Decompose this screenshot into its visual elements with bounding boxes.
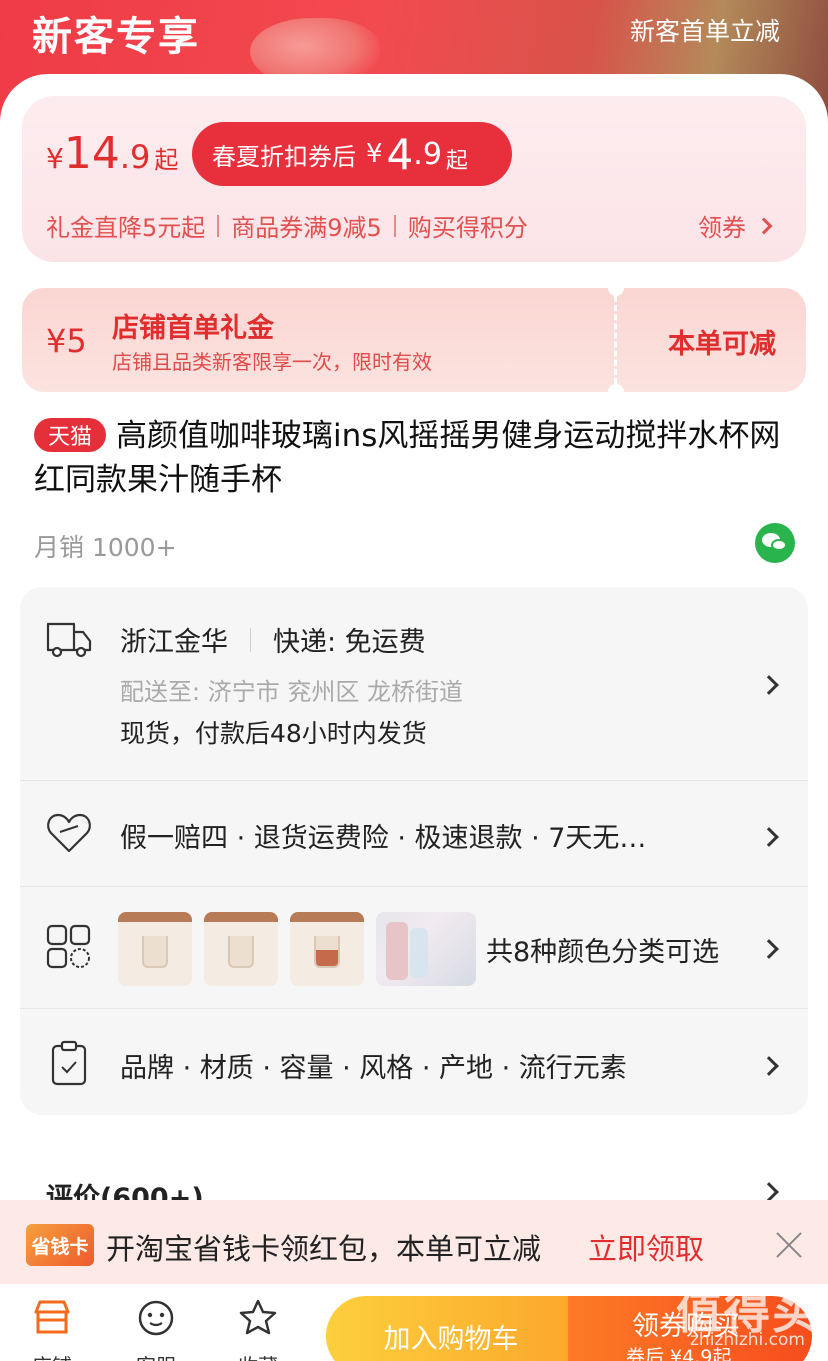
price: ¥14.9 起 (46, 128, 178, 179)
store-coupon-title: 店铺首单礼金 (112, 313, 274, 344)
chevron-right-icon[interactable] (759, 827, 779, 848)
variant-thumbnail[interactable] (118, 912, 192, 986)
variants-count[interactable]: 共8种颜色分类可选 (486, 930, 719, 969)
divider (20, 886, 808, 887)
truck-icon (46, 618, 92, 664)
heart-icon (46, 812, 92, 858)
benefit-item: 购买得积分 (407, 214, 528, 242)
divider (250, 627, 251, 652)
divider (393, 214, 396, 237)
get-coupon-label: 领券 (698, 214, 746, 242)
store-icon (34, 1300, 70, 1334)
price-suffix: 起 (154, 146, 179, 174)
shipping-origin: 浙江金华 快递: 免运费 (120, 620, 426, 659)
monthly-sales: 月销 1000+ (34, 533, 177, 562)
product-title: 高颜值咖啡玻璃ins风摇摇男健身运动搅拌水杯网红同款果汁随手杯 (34, 418, 781, 498)
divider (20, 1008, 808, 1009)
savings-card-logo: 省钱卡 (26, 1224, 94, 1266)
divider (217, 214, 220, 237)
coupon-price-pill[interactable]: 春夏折扣券后 ¥4.9 起 (192, 122, 512, 186)
coupon-currency: ¥ (366, 139, 383, 169)
coupon-price-label: 春夏折扣券后 (212, 142, 356, 171)
service-guarantees[interactable]: 假一赔四 · 退货运费险 · 极速退款 · 7天无… (120, 816, 646, 855)
price-integer: 14 (63, 128, 120, 179)
deliver-to[interactable]: 配送至: 济宁市 兖州区 龙桥街道 (120, 672, 463, 707)
chevron-right-icon[interactable] (759, 675, 779, 696)
star-icon (239, 1299, 277, 1335)
coupon-price-decimal: .9 (413, 136, 442, 172)
header-subtitle: 新客首单立减 (629, 17, 780, 46)
nav-label: 客服 (124, 1350, 188, 1361)
currency-symbol: ¥ (46, 142, 64, 175)
origin-location: 浙江金华 (120, 627, 228, 658)
promo-text: 开淘宝省钱卡领红包，本单可立减 (106, 1232, 542, 1266)
store-coupon-apply[interactable]: 本单可减 (668, 322, 776, 361)
chevron-right-icon[interactable] (759, 1056, 779, 1077)
customer-service-icon (138, 1300, 174, 1336)
coupon-price-suffix: 起 (445, 149, 468, 174)
header-title: 新客专享 (32, 14, 200, 60)
ship-time: 现货，付款后48小时内发货 (120, 719, 427, 748)
product-params[interactable]: 品牌 · 材质 · 容量 · 风格 · 产地 · 流行元素 (120, 1046, 627, 1085)
clipboard-icon (50, 1040, 90, 1090)
coupon-notch (608, 280, 624, 296)
chevron-right-icon (755, 217, 773, 234)
add-to-cart-button[interactable]: 加入购物车 (326, 1296, 576, 1361)
variant-thumbnail[interactable] (376, 912, 476, 986)
benefit-item: 商品券满9减5 (231, 214, 382, 242)
divider (20, 780, 808, 781)
tmall-badge: 天猫 (34, 418, 106, 452)
nav-label: 收藏 (226, 1350, 290, 1361)
store-coupon-amount: ¥5 (46, 322, 87, 360)
wechat-share-icon[interactable] (755, 523, 795, 563)
chevron-right-icon[interactable] (759, 939, 779, 960)
claim-now-link[interactable]: 立即领取 (588, 1226, 704, 1268)
coupon-price-integer: 4 (386, 129, 414, 179)
price-decimal: .9 (119, 138, 151, 176)
get-coupon-button[interactable]: 领券 (698, 208, 773, 243)
benefit-item: 礼金直降5元起 (46, 214, 206, 242)
coupon-divider (614, 296, 617, 384)
grid-options-icon (46, 924, 92, 974)
shipping-method: 快递: 免运费 (273, 627, 426, 658)
store-coupon-desc: 店铺且品类新客限享一次，限时有效 (112, 350, 432, 374)
variant-thumbnail[interactable] (204, 912, 278, 986)
watermark-url: zhizhizhi.com (690, 1330, 805, 1350)
benefits-list: 礼金直降5元起 商品券满9减5 购买得积分 (46, 208, 528, 243)
variant-thumbnail[interactable] (290, 912, 364, 986)
close-icon[interactable] (772, 1228, 806, 1262)
nav-label: 店铺 (20, 1350, 84, 1361)
coupon-notch (608, 384, 624, 400)
